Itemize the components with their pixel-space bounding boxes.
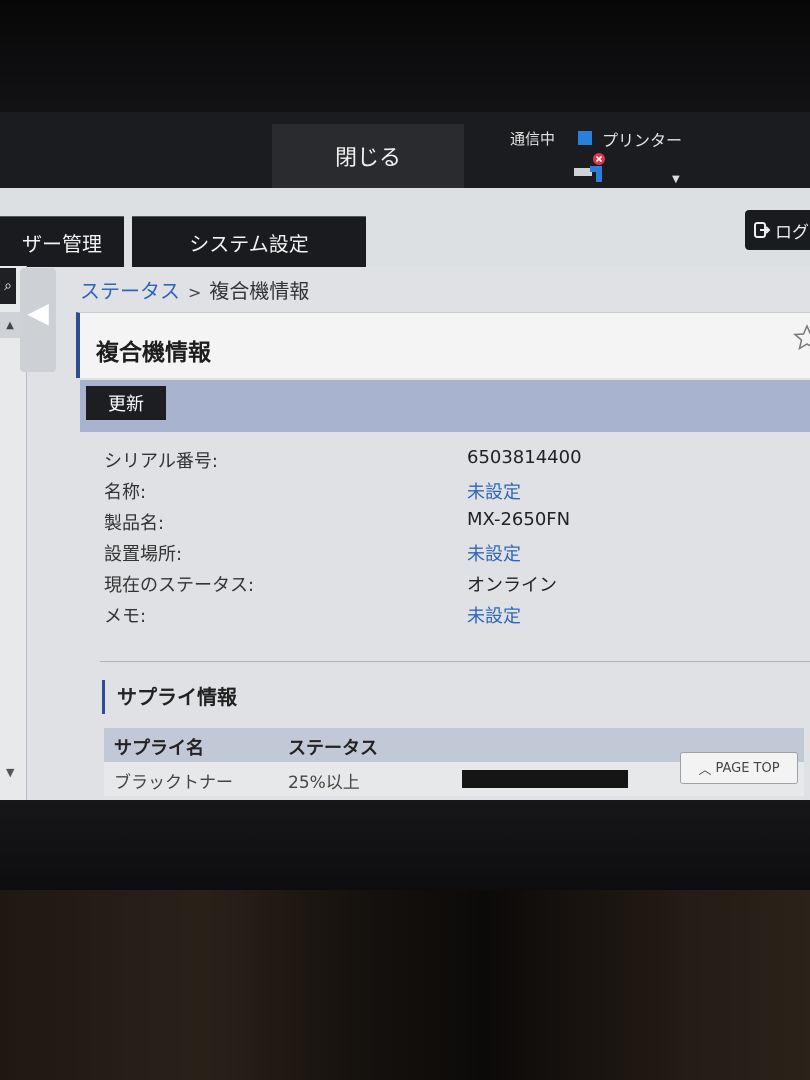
logout-button[interactable]: ログ (745, 210, 810, 250)
touch-screen: 閉じる 通信中 プリンター ▼ ザー管理 システム設定 ログ ⌕ ▲ ▼ ◀ ス… (0, 112, 810, 800)
info-row-serial: シリアル番号: 6503814400 (104, 447, 804, 478)
page-top-label: PAGE TOP (715, 760, 780, 776)
toner-level-fill (462, 770, 628, 788)
info-label: 製品名: (104, 513, 165, 534)
scroll-down-icon[interactable]: ▼ (6, 766, 14, 779)
column-header-status: ステータス (288, 738, 378, 759)
info-row-location: 設置場所: 未設定 (104, 540, 804, 571)
info-row-name: 名称: 未設定 (104, 478, 804, 509)
title-panel: 複合機情報 (76, 312, 810, 378)
printer-error-icon[interactable] (572, 152, 612, 186)
supply-name: ブラックトナー (114, 773, 233, 793)
supply-status: 25%以上 (288, 773, 360, 793)
logout-icon (754, 222, 771, 238)
printer-indicator-icon (578, 131, 592, 145)
info-label: 名称: (104, 482, 147, 503)
tab-row: ザー管理 システム設定 ログ (0, 188, 810, 267)
info-row-memo: メモ: 未設定 (104, 602, 804, 633)
device-bezel-top (0, 0, 810, 112)
logout-label: ログ (775, 222, 809, 243)
close-button[interactable]: 閉じる (272, 124, 464, 188)
device-info-list: シリアル番号: 6503814400 名称: 未設定 製品名: MX-2650F… (104, 447, 804, 633)
info-value: オンライン (467, 575, 557, 596)
info-value: MX-2650FN (467, 509, 571, 530)
device-bezel-bottom (0, 800, 810, 890)
scroll-up-icon[interactable]: ▲ (0, 312, 20, 338)
info-value-link[interactable]: 未設定 (467, 602, 521, 628)
star-icon[interactable] (792, 323, 810, 353)
chevron-left-icon: ◀ (27, 296, 49, 329)
collapse-sidebar-button[interactable]: ◀ (20, 268, 56, 372)
page-title: 複合機情報 (96, 340, 211, 366)
tab-user-management[interactable]: ザー管理 (0, 216, 124, 267)
info-value-link[interactable]: 未設定 (467, 540, 521, 566)
info-value: 6503814400 (467, 447, 582, 468)
section-divider (100, 661, 810, 662)
supply-section-title: サプライ情報 (102, 680, 237, 714)
breadcrumb-link-status[interactable]: ステータス (80, 279, 180, 303)
tab-system-settings[interactable]: システム設定 (132, 216, 366, 267)
breadcrumb-current: 複合機情報 (209, 279, 310, 303)
info-label: メモ: (104, 606, 147, 627)
info-row-status: 現在のステータス: オンライン (104, 571, 804, 602)
info-label: 設置場所: (104, 544, 183, 565)
printer-label: プリンター (602, 131, 683, 150)
communication-status: 通信中 (510, 130, 556, 148)
toner-level-bar (462, 770, 628, 788)
action-bar: 更新 (80, 380, 810, 432)
refresh-button[interactable]: 更新 (86, 386, 166, 420)
breadcrumb-separator: > (188, 283, 202, 302)
info-value-link[interactable]: 未設定 (467, 478, 521, 504)
info-row-product: 製品名: MX-2650FN (104, 509, 804, 540)
info-label: 現在のステータス: (104, 575, 255, 596)
desk-surface (0, 890, 810, 1080)
chevron-down-icon[interactable]: ▼ (672, 174, 680, 185)
search-icon[interactable]: ⌕ (0, 268, 16, 304)
column-header-name: サプライ名 (114, 738, 204, 759)
chevron-up-icon: ︿ (698, 762, 712, 778)
page-top-button[interactable]: ︿ PAGE TOP (680, 752, 798, 784)
breadcrumb: ステータス > 複合機情報 (80, 275, 309, 304)
top-bar: 閉じる 通信中 プリンター ▼ (0, 112, 810, 188)
info-label: シリアル番号: (104, 451, 218, 472)
